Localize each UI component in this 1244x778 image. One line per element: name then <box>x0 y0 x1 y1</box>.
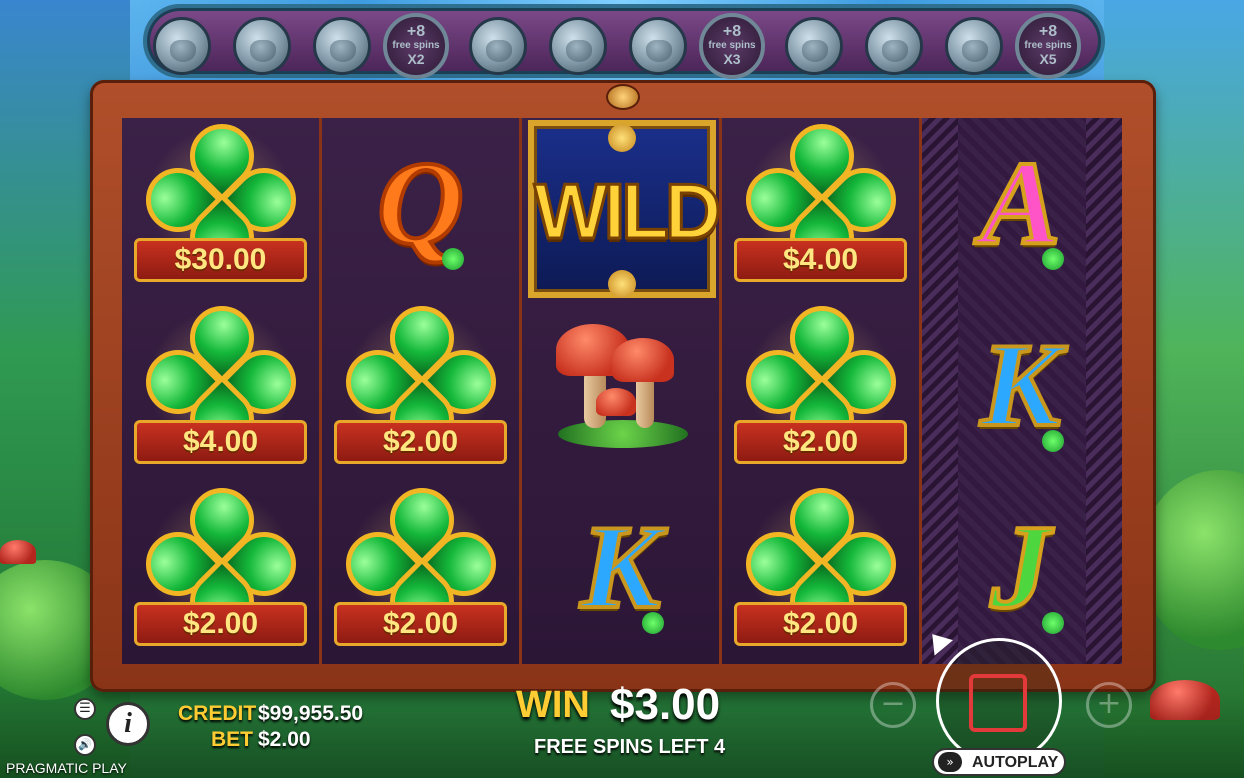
pot-of-gold-icon <box>153 17 211 75</box>
free-spins-badge-mult: X2 <box>407 51 425 67</box>
free-spins-badge-plus: +8 <box>722 23 742 40</box>
win-label: WIN <box>516 684 590 726</box>
reel-cell: Q <box>322 118 519 300</box>
reel-cell: WILD <box>522 118 723 300</box>
mini-clover-icon <box>642 612 664 634</box>
background-mushroom <box>0 540 36 564</box>
clover-medal-icon <box>608 124 636 152</box>
free-spins-badge-text: free spins <box>708 40 756 51</box>
free-spins-badge-plus: +8 <box>1038 23 1058 40</box>
clover-value-ribbon: $2.00 <box>734 420 907 464</box>
pot-of-gold-icon <box>785 17 843 75</box>
autoplay-button[interactable]: » AUTOPLAY <box>932 748 1066 776</box>
reel-cell: $4.00 <box>722 110 919 300</box>
credit-label: CREDIT <box>178 702 257 725</box>
autoplay-icon: » <box>938 752 962 772</box>
free-spins-progress-bar: +8 free spins X2 +8 free spins X3 +8 free spins… <box>143 4 1105 79</box>
autoplay-label: AUTOPLAY <box>972 754 1059 771</box>
free-spins-badge-mult: X3 <box>723 51 741 67</box>
letter-symbol-q: Q <box>375 134 466 271</box>
reel-1: $30.00 $4.00 $2.00 <box>122 110 322 664</box>
reel-cell: $2.00 <box>722 474 919 664</box>
reel-cell: $30.00 <box>122 110 319 300</box>
reel-cell: $2.00 <box>122 474 319 664</box>
brand-label: PRAGMATIC PLAY <box>6 760 127 776</box>
free-spins-badge: +8 free spins X5 <box>1015 13 1081 79</box>
bet-minus-button[interactable]: − <box>870 682 916 728</box>
free-spins-badge: +8 free spins X2 <box>383 13 449 79</box>
letter-symbol-a: A <box>978 134 1062 271</box>
pot-of-gold-icon <box>549 17 607 75</box>
pot-of-gold-icon <box>469 17 527 75</box>
credit-value: $99,955.50 <box>258 702 364 725</box>
mini-clover-icon <box>1042 612 1064 634</box>
grass <box>558 420 688 448</box>
clover-value-ribbon: $30.00 <box>134 238 307 282</box>
mushroom-stem <box>636 374 654 428</box>
reel-cell <box>522 300 719 482</box>
bet-value: $2.00 <box>258 728 311 751</box>
win-value: $3.00 <box>610 680 721 729</box>
bet-label: BET <box>211 728 253 751</box>
sound-icon[interactable]: 🔊 <box>74 734 96 756</box>
reel-cell: $2.00 <box>722 292 919 482</box>
letter-symbol-k: K <box>978 316 1062 453</box>
reel-cell: $4.00 <box>122 292 319 482</box>
reel-cell: J <box>922 482 1119 664</box>
clover-value-ribbon: $4.00 <box>734 238 907 282</box>
wild-text: WILD <box>533 166 723 257</box>
pot-of-gold-icon <box>865 17 923 75</box>
letter-symbol-j: J <box>989 498 1053 635</box>
mushroom-cap <box>612 338 674 382</box>
reel-4: $4.00 $2.00 $2.00 <box>722 110 922 664</box>
stop-icon[interactable] <box>969 674 1027 732</box>
reel-2: Q $2.00 $2.00 <box>322 118 522 664</box>
mushroom-cap <box>596 388 636 416</box>
reel-5: AKJ <box>922 118 1122 664</box>
reel-grid: $30.00 $4.00 $2.00 Q $2.00 $2.00 WILD K $4.00 $2.… <box>122 110 1122 664</box>
mushroom-symbol-icon <box>552 324 692 454</box>
clover-medallion-icon <box>606 84 640 110</box>
reel-cell: $2.00 <box>322 474 519 664</box>
clover-value-ribbon: $2.00 <box>134 602 307 646</box>
letter-symbol-k: K <box>578 498 662 635</box>
menu-icon[interactable]: ☰ <box>74 698 96 720</box>
free-spins-badge-text: free spins <box>392 40 440 51</box>
wild-symbol: WILD <box>528 120 723 298</box>
pot-of-gold-icon <box>313 17 371 75</box>
reel-cell: K <box>522 482 719 664</box>
clover-value-ribbon: $2.00 <box>334 420 507 464</box>
clover-medal-icon <box>608 270 636 298</box>
free-spins-badge: +8 free spins X3 <box>699 13 765 79</box>
free-spins-left: FREE SPINS LEFT 4 <box>534 736 726 758</box>
info-icon[interactable]: i <box>106 702 150 746</box>
reel-cell: $2.00 <box>322 292 519 482</box>
free-spins-badge-text: free spins <box>1024 40 1072 51</box>
free-spins-badge-plus: +8 <box>406 23 426 40</box>
mini-clover-icon <box>1042 248 1064 270</box>
mini-clover-icon <box>1042 430 1064 452</box>
reel-cell: A <box>922 118 1119 300</box>
reel-3: WILD K <box>522 118 723 664</box>
pot-of-gold-icon <box>233 17 291 75</box>
mini-clover-icon <box>442 248 464 270</box>
clover-value-ribbon: $4.00 <box>134 420 307 464</box>
clover-value-ribbon: $2.00 <box>334 602 507 646</box>
pot-of-gold-icon <box>629 17 687 75</box>
bet-plus-button[interactable]: + <box>1086 682 1132 728</box>
reel-cell: K <box>922 300 1119 482</box>
clover-value-ribbon: $2.00 <box>734 602 907 646</box>
free-spins-badge-mult: X5 <box>1039 51 1057 67</box>
pot-of-gold-icon <box>945 17 1003 75</box>
